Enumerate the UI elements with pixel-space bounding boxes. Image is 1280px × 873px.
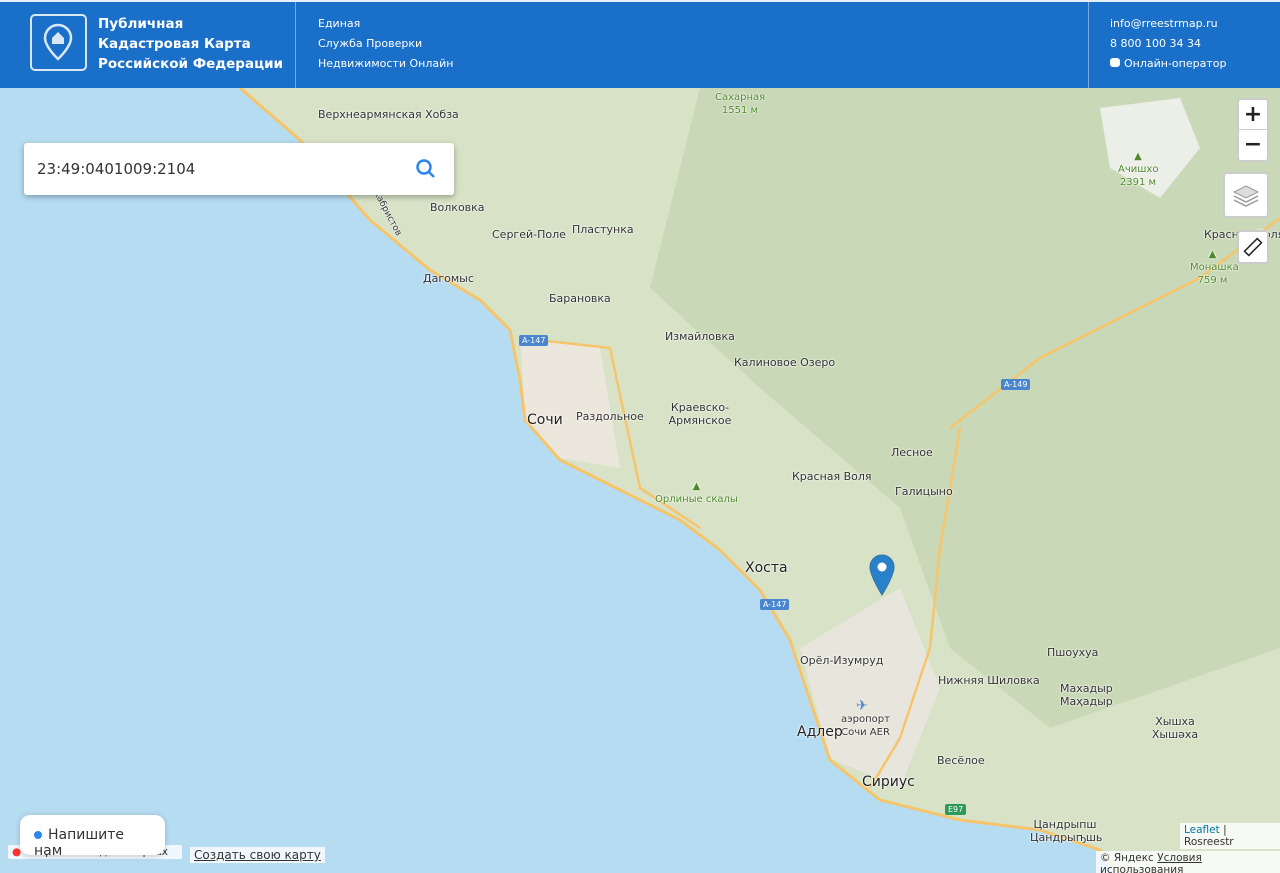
place-label: Сочи xyxy=(527,412,563,428)
road-shield: A-147 xyxy=(519,335,549,346)
place-label: Пшоухуа xyxy=(1047,646,1099,659)
brand-line: Публичная xyxy=(98,16,184,32)
peak-marker: ▲ Ачишхо 2391 м xyxy=(1118,150,1158,189)
place-label: Волковка xyxy=(430,201,485,214)
leaflet-link[interactable]: Leaflet xyxy=(1184,824,1220,836)
map[interactable]: Верхнеармянская Хобза Волковка Сергей-По… xyxy=(0,88,1280,873)
layers-icon xyxy=(1232,185,1260,207)
copyright-label: © Яндекс xyxy=(1100,852,1154,864)
map-tiles xyxy=(239,88,1280,873)
brand-title[interactable]: Публичная Кадастровая Карта Российской Ф… xyxy=(98,14,283,74)
online-dot-icon xyxy=(34,831,42,839)
place-label: Верхнеармянская Хобза xyxy=(318,108,459,121)
operator-label: Онлайн-оператор xyxy=(1124,57,1227,70)
peak-label: Орлиные скалы xyxy=(655,494,738,505)
place-label: Калиновое Озеро xyxy=(734,356,836,369)
place-label: Адлер xyxy=(797,724,843,740)
road-shield: E97 xyxy=(945,804,967,815)
zoom-out-button[interactable]: − xyxy=(1239,130,1267,160)
zoom-in-button[interactable]: + xyxy=(1239,100,1267,130)
peak-label: Монашка 759 м xyxy=(1190,262,1239,286)
phone-link[interactable]: 8 800 100 34 34 xyxy=(1110,34,1226,54)
mountain-icon: ▲ xyxy=(692,481,701,492)
chat-button[interactable]: Напишите нам xyxy=(20,815,165,859)
brand-line: Кадастровая Карта xyxy=(98,36,251,52)
divider xyxy=(295,2,296,90)
mountain-icon: ▲ xyxy=(1208,249,1217,260)
yandex-attribution: © Яндекс Условия использования xyxy=(1096,851,1280,873)
logo-pin-house-icon[interactable] xyxy=(30,14,87,71)
place-label: Пластунка xyxy=(572,223,634,236)
layers-button[interactable] xyxy=(1223,172,1269,218)
place-label: Измайловка xyxy=(665,330,735,343)
mountain-icon: ▲ xyxy=(1134,151,1142,162)
place-label: Дагомыс xyxy=(423,272,474,285)
place-label: Хоста xyxy=(745,560,788,576)
subtitle-line: Служба Проверки xyxy=(318,37,423,50)
place-label: Цандрыпш Цандрыҧшь xyxy=(1030,818,1103,844)
brand-line: Российской Федерации xyxy=(98,56,283,72)
place-label: Сириус xyxy=(862,774,915,790)
ruler-icon xyxy=(1243,237,1263,257)
airport-icon: ✈ xyxy=(856,698,868,714)
place-label: Краевско-Армянское xyxy=(668,401,732,427)
service-subtitle: Единая Служба Проверки Недвижимости Онла… xyxy=(318,14,453,74)
place-label: Раздольное xyxy=(576,410,644,423)
subtitle-line: Единая xyxy=(318,17,361,30)
peak-label: Ачишхо 2391 м xyxy=(1118,164,1159,188)
place-label: Махадыр Маҳадыр xyxy=(1060,682,1113,708)
map-attribution: Leaflet | Rosreestr xyxy=(1180,823,1280,849)
place-label: Весёлое xyxy=(937,754,985,767)
road-shield: A-147 xyxy=(760,599,790,610)
place-label: Хышха Хышәха xyxy=(1151,715,1199,741)
place-label: Красная Воля xyxy=(792,470,872,483)
search-input[interactable]: 23:49:0401009:2104 xyxy=(37,160,195,178)
chat-icon xyxy=(1110,58,1120,67)
peak-label: Сахарная 1551 м xyxy=(715,92,766,116)
place-label: Галицыно xyxy=(895,485,953,498)
place-label: Сергей-Поле xyxy=(492,228,566,241)
chat-label: Напишите нам xyxy=(34,827,125,859)
header: Публичная Кадастровая Карта Российской Ф… xyxy=(0,0,1280,90)
rosreestr-label: Rosreestr xyxy=(1184,836,1234,848)
peak-marker: ▲ Монашка 759 м xyxy=(1190,248,1239,287)
peak-marker: ▲ Орлиные скалы xyxy=(655,480,738,506)
contacts: info@rreestrmap.ru 8 800 100 34 34 Онлай… xyxy=(1110,14,1226,74)
zoom-control: + − xyxy=(1237,98,1269,162)
search-box[interactable]: 23:49:0401009:2104 xyxy=(24,143,454,195)
create-map-link[interactable]: Создать свою карту xyxy=(190,847,325,863)
place-label: Орёл-Изумруд xyxy=(800,654,884,667)
place-label: Нижняя Шиловка xyxy=(938,674,1040,687)
divider xyxy=(1088,2,1089,90)
road-shield: A-149 xyxy=(1001,379,1031,390)
search-icon[interactable] xyxy=(416,159,436,179)
email-link[interactable]: info@rreestrmap.ru xyxy=(1110,14,1226,34)
place-label: Лесное xyxy=(891,446,933,459)
place-label: Барановка xyxy=(549,292,611,305)
location-marker-icon[interactable] xyxy=(869,554,895,596)
online-operator-link[interactable]: Онлайн-оператор xyxy=(1110,54,1226,74)
subtitle-line: Недвижимости Онлайн xyxy=(318,57,454,70)
ruler-button[interactable] xyxy=(1237,230,1269,264)
